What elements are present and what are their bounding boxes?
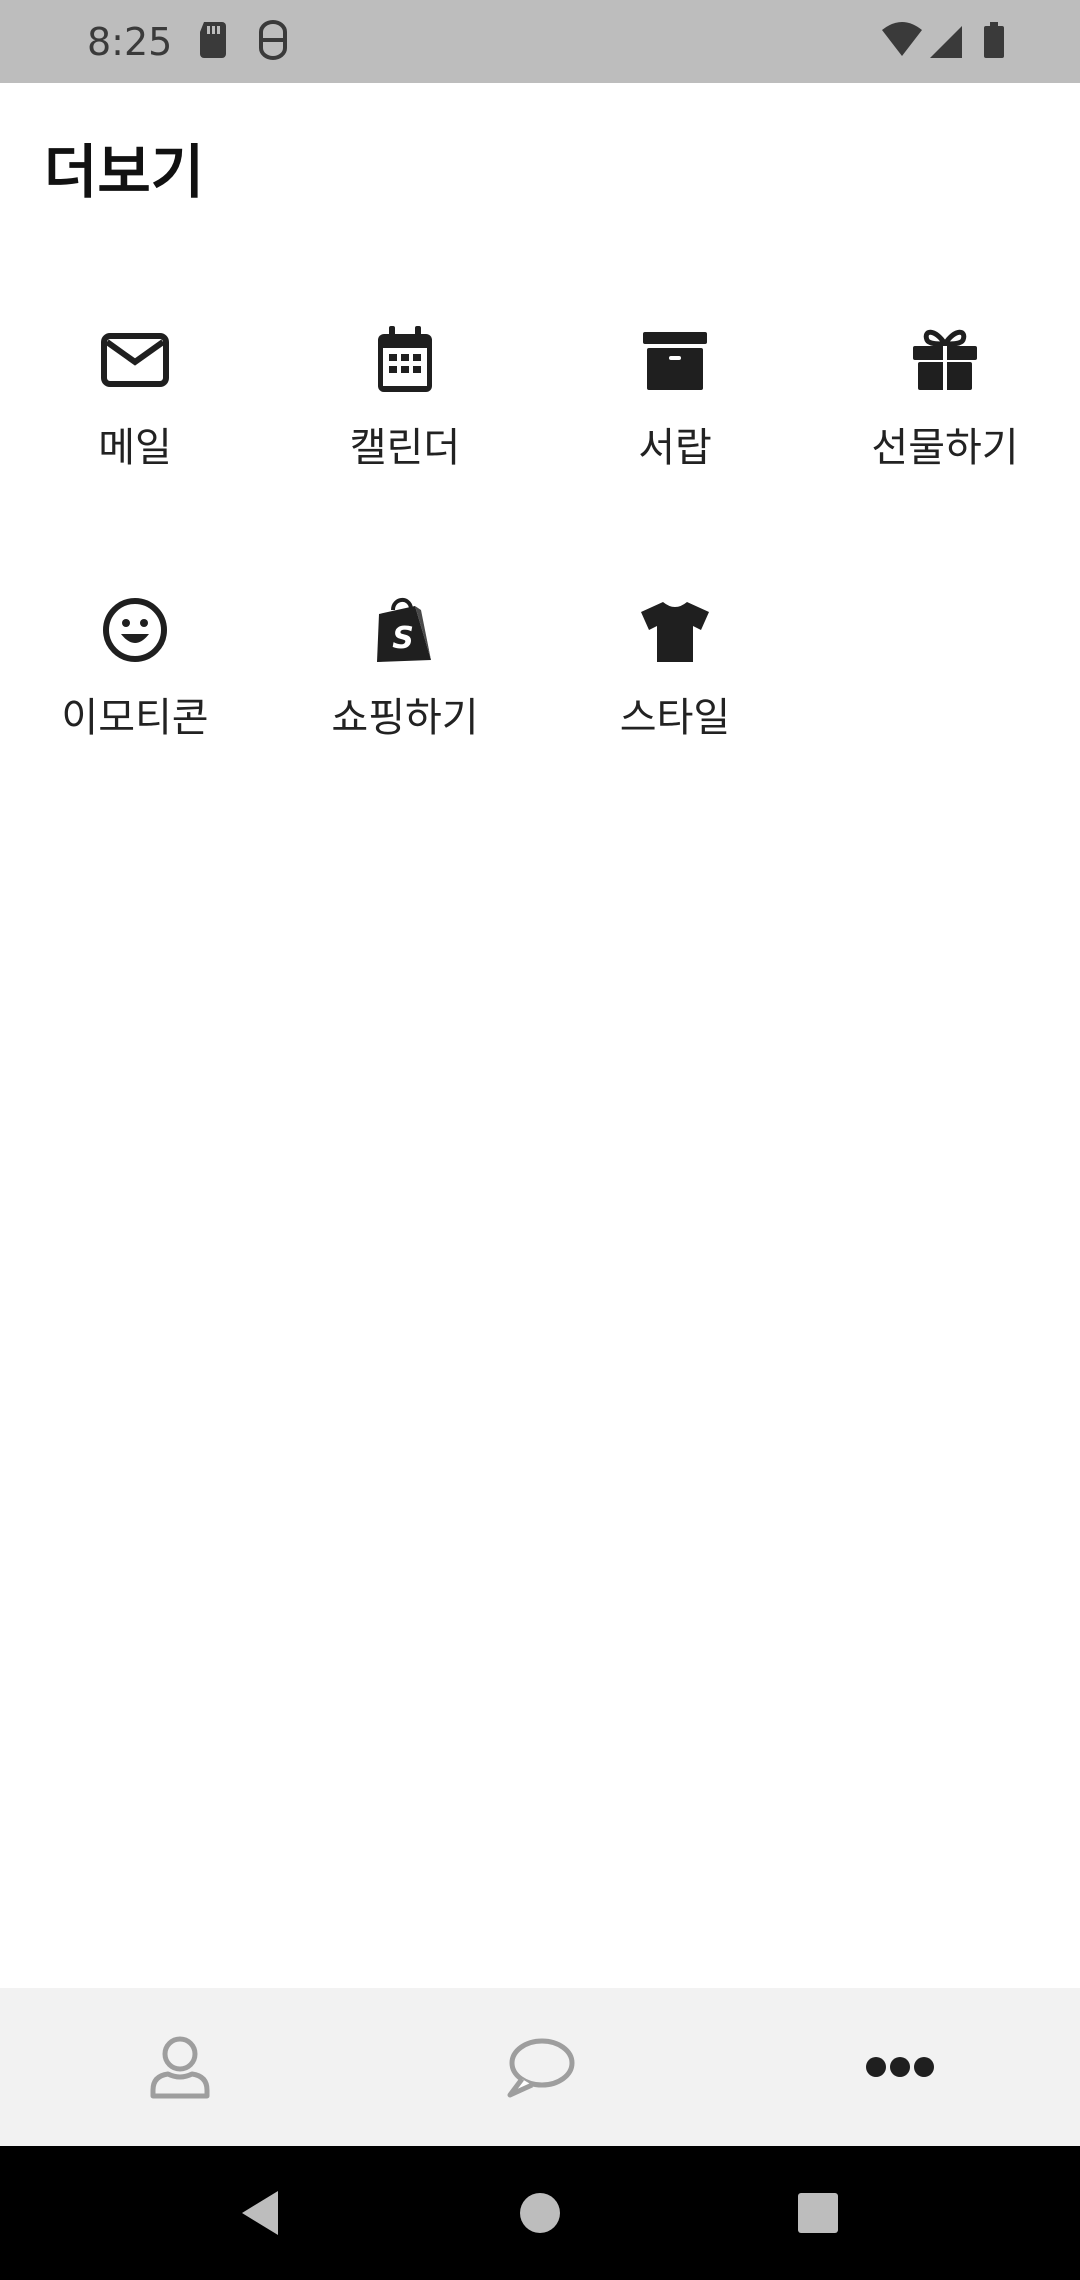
gift-icon — [905, 320, 985, 400]
menu-item-label: 스타일 — [619, 695, 731, 741]
bottom-nav — [0, 1988, 1080, 2146]
home-button[interactable] — [480, 2146, 600, 2280]
status-time: 8:25 — [87, 20, 173, 64]
menu-item-gift[interactable]: 선물하기 — [810, 320, 1080, 540]
smile-icon — [95, 590, 175, 670]
svg-text:S: S — [392, 621, 414, 656]
archive-icon — [635, 320, 715, 400]
signal-icon — [928, 20, 968, 60]
menu-item-label: 선물하기 — [871, 425, 1019, 471]
menu-item-calendar[interactable]: 캘린더 — [270, 320, 540, 540]
calendar-icon — [365, 320, 445, 400]
page-title: 더보기 — [44, 138, 205, 206]
menu-item-label: 이모티콘 — [61, 695, 209, 741]
privacy-icon — [255, 20, 295, 60]
nav-item-profile[interactable] — [0, 1988, 360, 2146]
menu-item-label: 캘린더 — [349, 425, 461, 471]
menu-item-style[interactable]: 스타일 — [540, 590, 810, 810]
menu-item-emoticon[interactable]: 이모티콘 — [0, 590, 270, 810]
menu-item-mail[interactable]: 메일 — [0, 320, 270, 540]
status-bar: 8:25 — [0, 0, 1080, 83]
sd-card-icon — [196, 20, 236, 60]
tshirt-icon — [635, 590, 715, 670]
menu-item-label: 메일 — [98, 425, 172, 471]
nav-item-more[interactable] — [720, 1988, 1080, 2146]
menu-item-label: 서랍 — [638, 425, 712, 471]
menu-item-archive[interactable]: 서랍 — [540, 320, 810, 540]
shopping-bag-icon: S — [365, 590, 445, 670]
system-nav — [0, 2146, 1080, 2280]
mail-icon — [95, 320, 175, 400]
wifi-icon — [880, 20, 922, 60]
recents-button[interactable] — [758, 2146, 878, 2280]
menu-item-shopping[interactable]: S 쇼핑하기 — [270, 590, 540, 810]
menu-item-label: 쇼핑하기 — [331, 695, 479, 741]
nav-item-chat[interactable] — [360, 1988, 720, 2146]
battery-icon — [982, 20, 1022, 60]
back-button[interactable] — [200, 2146, 320, 2280]
